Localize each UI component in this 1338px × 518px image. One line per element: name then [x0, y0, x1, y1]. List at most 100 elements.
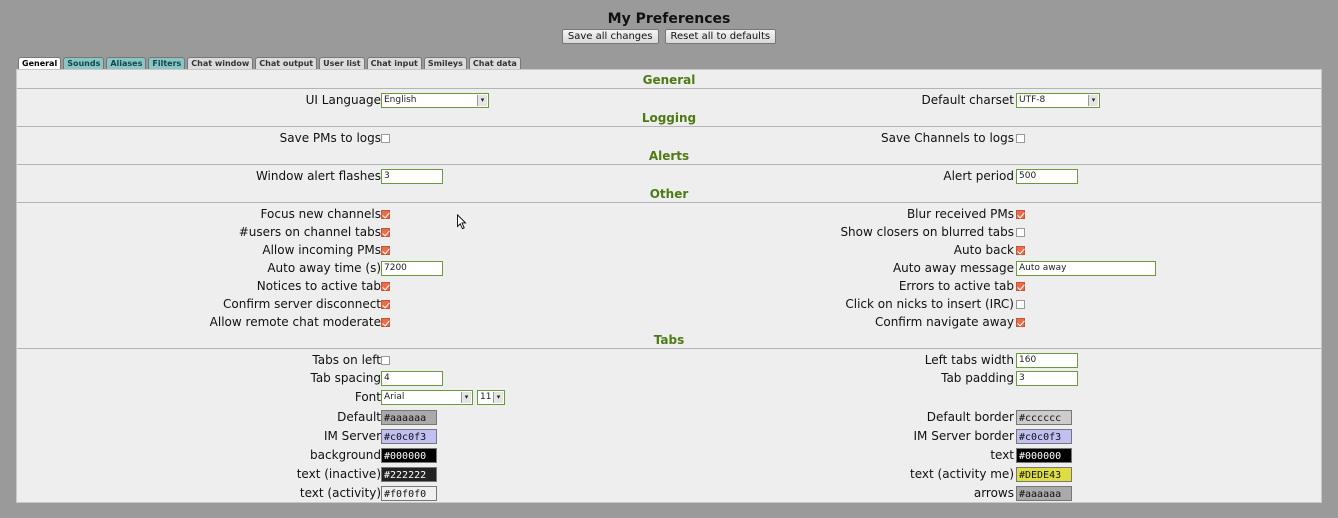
save-all-button[interactable]: Save all changes [561, 29, 659, 44]
other-row-4: Auto away time (s) Auto away message [17, 259, 1321, 277]
section-alerts: Alerts [17, 148, 1321, 165]
default-border-label: Default border [926, 410, 1014, 424]
other-row-2: #users on channel tabs Show closers on b… [17, 223, 1321, 241]
chevron-down-icon: ▾ [461, 391, 471, 403]
default-charset-label: Default charset [921, 93, 1015, 107]
ui-language-row: UI Language English ▾ Default charset UT… [17, 91, 1321, 109]
tabs-row-5: IM Server #c0c0f3 IM Server border #c0c0… [17, 427, 1321, 445]
auto-away-message-input[interactable] [1016, 260, 1156, 276]
tab-padding-label: Tab padding [941, 371, 1014, 385]
section-tabs: Tabs [17, 332, 1321, 349]
text-activity-label: text (activity) [299, 486, 381, 500]
blur-received-pms-label: Blur received PMs [906, 207, 1014, 221]
auto-away-time-input[interactable] [381, 260, 443, 276]
text-activity-input[interactable]: #f0f0f0 [381, 485, 437, 501]
window-alert-input[interactable] [381, 168, 443, 184]
window-alert-label: Window alert flashes [255, 169, 381, 183]
default-charset-select[interactable]: UTF-8 ▾ [1016, 92, 1100, 108]
im-server-input[interactable]: #c0c0f3 [381, 428, 437, 444]
default-charset-value: UTF-8 [1019, 94, 1046, 105]
tab-padding-input[interactable] [1016, 370, 1078, 386]
section-other: Other [17, 186, 1321, 203]
tabs-row-8: text (activity) #f0f0f0 arrows #aaaaaa [17, 484, 1321, 502]
ui-language-value: English [384, 94, 417, 105]
arrows-label: arrows [973, 486, 1014, 500]
tabs-row-1: Tabs on left Left tabs width [17, 351, 1321, 369]
notices-checkbox[interactable] [381, 281, 390, 291]
font-value: Arial [384, 391, 405, 402]
click-nicks-checkbox[interactable] [1016, 299, 1025, 309]
other-row-5: Notices to active tab Errors to active t… [17, 277, 1321, 295]
tabs-row-3: Font Arial ▾ 11 ▾ [17, 388, 1321, 406]
tab-spacing-label: Tab spacing [310, 371, 381, 385]
left-tabs-width-label: Left tabs width [924, 353, 1014, 367]
chevron-down-icon: ▾ [477, 94, 487, 106]
other-row-6: Confirm server disconnect Click on nicks… [17, 295, 1321, 313]
page-title: My Preferences [607, 11, 731, 27]
save-channels-checkbox[interactable] [1016, 133, 1025, 143]
font-size-select[interactable]: 11 ▾ [477, 389, 505, 405]
notices-label: Notices to active tab [256, 279, 381, 293]
allow-incoming-pms-label: Allow incoming PMs [262, 243, 381, 257]
chevron-down-icon: ▾ [1088, 94, 1098, 106]
tabs-row-2: Tab spacing Tab padding [17, 369, 1321, 387]
text-label: text [990, 448, 1014, 462]
auto-back-checkbox[interactable] [1016, 245, 1025, 255]
focus-new-channels-label: Focus new channels [260, 207, 381, 221]
auto-away-time-label: Auto away time (s) [267, 261, 381, 275]
tab-spacing-input[interactable] [381, 370, 443, 386]
chevron-down-icon: ▾ [493, 391, 503, 403]
text-activity-me-input[interactable]: #DEDE43 [1016, 466, 1072, 482]
default-color-label: Default [337, 410, 381, 424]
tabs-on-left-checkbox[interactable] [381, 355, 390, 365]
text-inactive-input[interactable]: #222222 [381, 466, 437, 482]
confirm-disconnect-checkbox[interactable] [381, 299, 390, 309]
users-on-tabs-checkbox[interactable] [381, 227, 390, 237]
allow-remote-label: Allow remote chat moderate [209, 315, 381, 329]
im-server-border-input[interactable]: #c0c0f3 [1016, 428, 1072, 444]
default-border-input[interactable]: #cccccc [1016, 409, 1072, 425]
alert-period-input[interactable] [1016, 168, 1078, 184]
allow-incoming-pms-checkbox[interactable] [381, 245, 390, 255]
tabs-row-4: Default #aaaaaa Default border #cccccc [17, 408, 1321, 426]
save-channels-label: Save Channels to logs [880, 131, 1014, 145]
default-color-input[interactable]: #aaaaaa [381, 409, 437, 425]
im-server-border-label: IM Server border [913, 429, 1015, 443]
click-nicks-label: Click on nicks to insert (IRC) [845, 297, 1014, 311]
mouse-pointer-icon [457, 214, 467, 230]
text-inactive-label: text (inactive) [296, 467, 381, 481]
alerts-row: Window alert flashes Alert period [17, 167, 1321, 185]
logging-row: Save PMs to logs Save Channels to logs [17, 129, 1321, 147]
arrows-input[interactable]: #aaaaaa [1016, 485, 1072, 501]
tabs-row-7: text (inactive) #222222 text (activity m… [17, 465, 1321, 483]
users-on-tabs-label: #users on channel tabs [238, 225, 381, 239]
reset-all-button[interactable]: Reset all to defaults [664, 29, 777, 44]
text-color-input[interactable]: #000000 [1016, 447, 1072, 463]
font-select[interactable]: Arial ▾ [381, 389, 473, 405]
section-logging: Logging [17, 110, 1321, 127]
auto-away-message-label: Auto away message [892, 261, 1014, 275]
blur-received-pms-checkbox[interactable] [1016, 209, 1025, 219]
font-label: Font [354, 390, 381, 404]
page-header: My Preferences Save all changes Reset al… [0, 10, 1338, 44]
left-tabs-width-input[interactable] [1016, 352, 1078, 368]
background-input[interactable]: #000000 [381, 447, 437, 463]
alert-period-label: Alert period [943, 169, 1014, 183]
allow-remote-checkbox[interactable] [381, 317, 390, 327]
font-size-value: 11 [480, 391, 492, 402]
tabs-on-left-label: Tabs on left [312, 353, 381, 367]
confirm-disconnect-label: Confirm server disconnect [223, 297, 381, 311]
im-server-label: IM Server [323, 429, 381, 443]
ui-language-select[interactable]: English ▾ [381, 92, 489, 108]
save-pms-checkbox[interactable] [381, 133, 390, 143]
save-pms-label: Save PMs to logs [279, 131, 381, 145]
errors-checkbox[interactable] [1016, 281, 1025, 291]
show-closers-label: Show closers on blurred tabs [840, 225, 1014, 239]
show-closers-checkbox[interactable] [1016, 227, 1025, 237]
other-row-7: Allow remote chat moderate Confirm navig… [17, 313, 1321, 331]
ui-language-label: UI Language [305, 93, 381, 107]
text-activity-me-label: text (activity me) [910, 467, 1014, 481]
focus-new-channels-checkbox[interactable] [381, 209, 390, 219]
confirm-navigate-checkbox[interactable] [1016, 317, 1025, 327]
other-row-1: Focus new channels Blur received PMs [17, 205, 1321, 223]
